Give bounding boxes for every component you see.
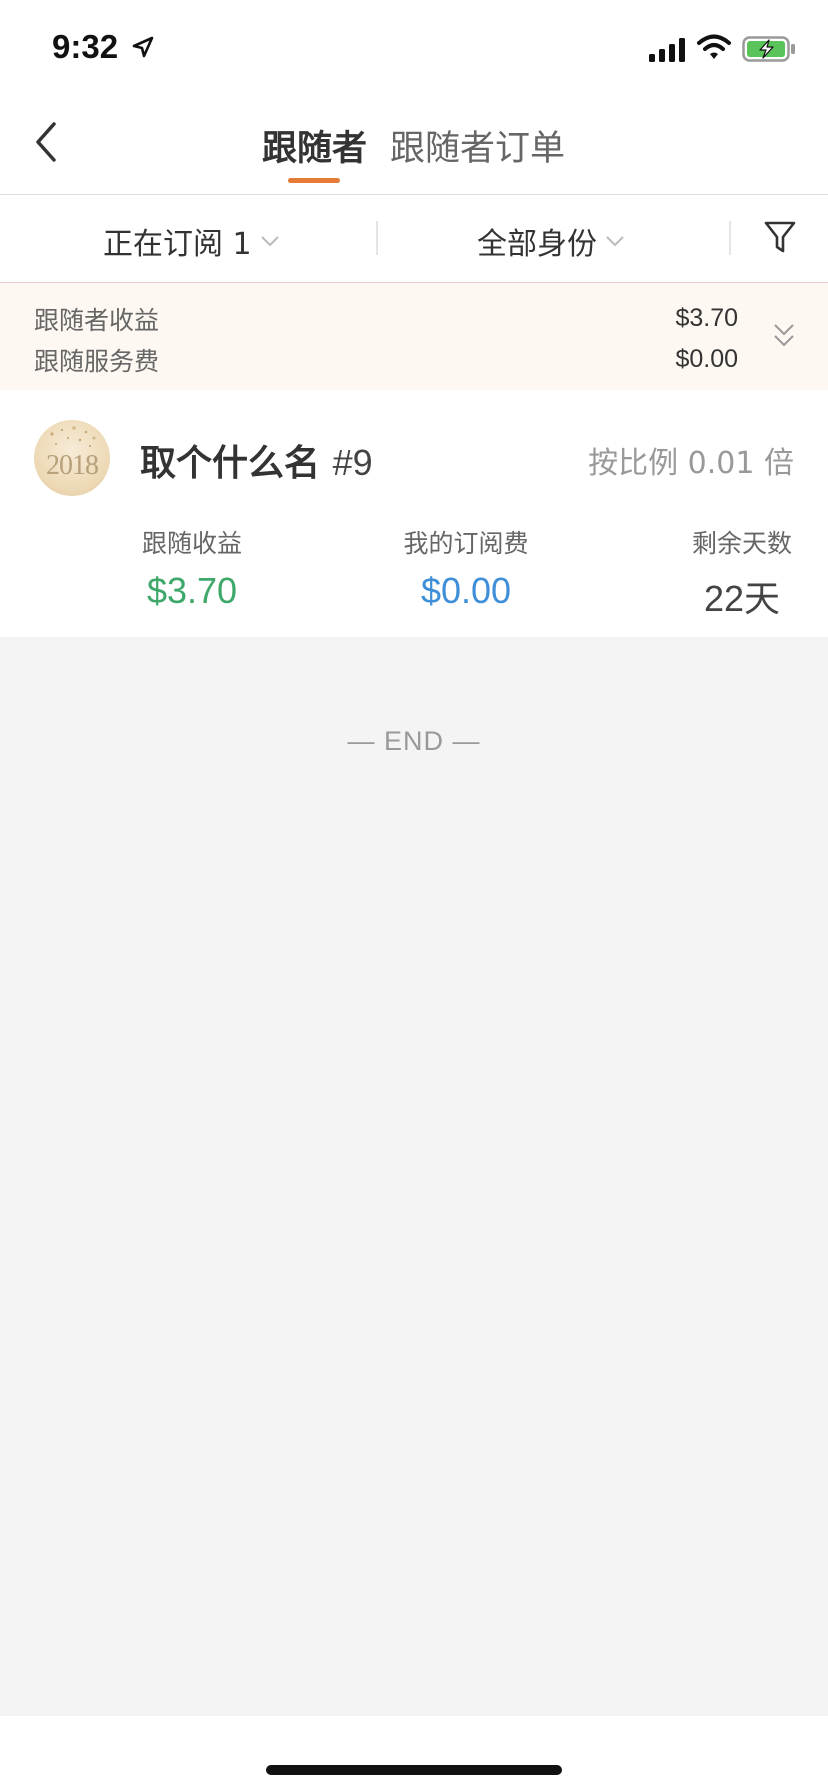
- chevron-down-icon: [606, 236, 624, 247]
- end-of-list-marker: — END —: [347, 726, 481, 756]
- double-chevron-down-icon[interactable]: [770, 321, 798, 351]
- filter-divider: [376, 221, 378, 255]
- stat-value: $0.00: [420, 570, 512, 611]
- home-indicator[interactable]: [266, 1765, 562, 1775]
- identity-filter-label: 全部身份: [477, 227, 597, 262]
- back-chevron-icon[interactable]: [30, 118, 70, 166]
- avatar-year-text: 2018: [46, 450, 99, 481]
- subscription-filter-label: 正在订阅 1: [103, 227, 252, 262]
- location-arrow-icon: [132, 36, 154, 58]
- trader-name-text: 取个什么名: [140, 443, 321, 484]
- stat-remaining-days: 剩余天数 22天: [632, 524, 828, 622]
- stat-value: $3.70: [146, 570, 238, 611]
- tab-follower-orders[interactable]: 跟随者订单: [390, 120, 565, 171]
- stat-follow-earnings: 跟随收益 $3.70: [82, 524, 302, 612]
- cellular-signal-icon: [649, 38, 685, 62]
- service-fee-label: 跟随服务费: [34, 347, 160, 376]
- earnings-summary: 跟随者收益 $3.70 跟随服务费 $0.00: [0, 283, 828, 390]
- subscription-filter-dropdown[interactable]: 正在订阅 1: [103, 219, 280, 263]
- stat-label: 我的订阅费: [403, 529, 529, 558]
- home-indicator-area: [0, 1716, 828, 1792]
- stat-label: 跟随收益: [141, 529, 242, 558]
- wifi-icon: [697, 34, 731, 59]
- stat-subscription-fee: 我的订阅费 $0.00: [356, 524, 576, 612]
- service-fee-value: $0.00: [675, 345, 738, 373]
- follower-earnings-value: $3.70: [675, 304, 738, 332]
- identity-filter-dropdown[interactable]: 全部身份: [477, 219, 625, 263]
- filter-divider: [729, 221, 731, 255]
- stat-label: 剩余天数: [691, 529, 792, 558]
- tab-followers[interactable]: 跟随者: [262, 120, 367, 171]
- status-time: 9:32: [52, 28, 119, 65]
- filter-funnel-icon[interactable]: [762, 219, 798, 255]
- status-bar: 9:32: [0, 0, 828, 96]
- stat-value: 22天: [703, 578, 781, 619]
- trader-name: 取个什么名 #9: [140, 434, 373, 486]
- active-tab-indicator: [288, 178, 340, 183]
- follower-card[interactable]: 2018 取个什么名 #9 按比例 0.01 倍 跟随收益 $3.70 我的订阅…: [0, 390, 828, 637]
- trader-tag: #9: [332, 442, 373, 483]
- filter-bar: 正在订阅 1 全部身份: [0, 195, 828, 283]
- battery-charging-icon: [742, 36, 795, 62]
- navigation-bar: 跟随者 跟随者订单: [0, 96, 828, 195]
- follower-earnings-label: 跟随者收益: [34, 306, 160, 335]
- avatar: 2018: [34, 420, 110, 496]
- chevron-down-icon: [260, 236, 279, 247]
- follow-ratio: 按比例 0.01 倍: [588, 446, 794, 481]
